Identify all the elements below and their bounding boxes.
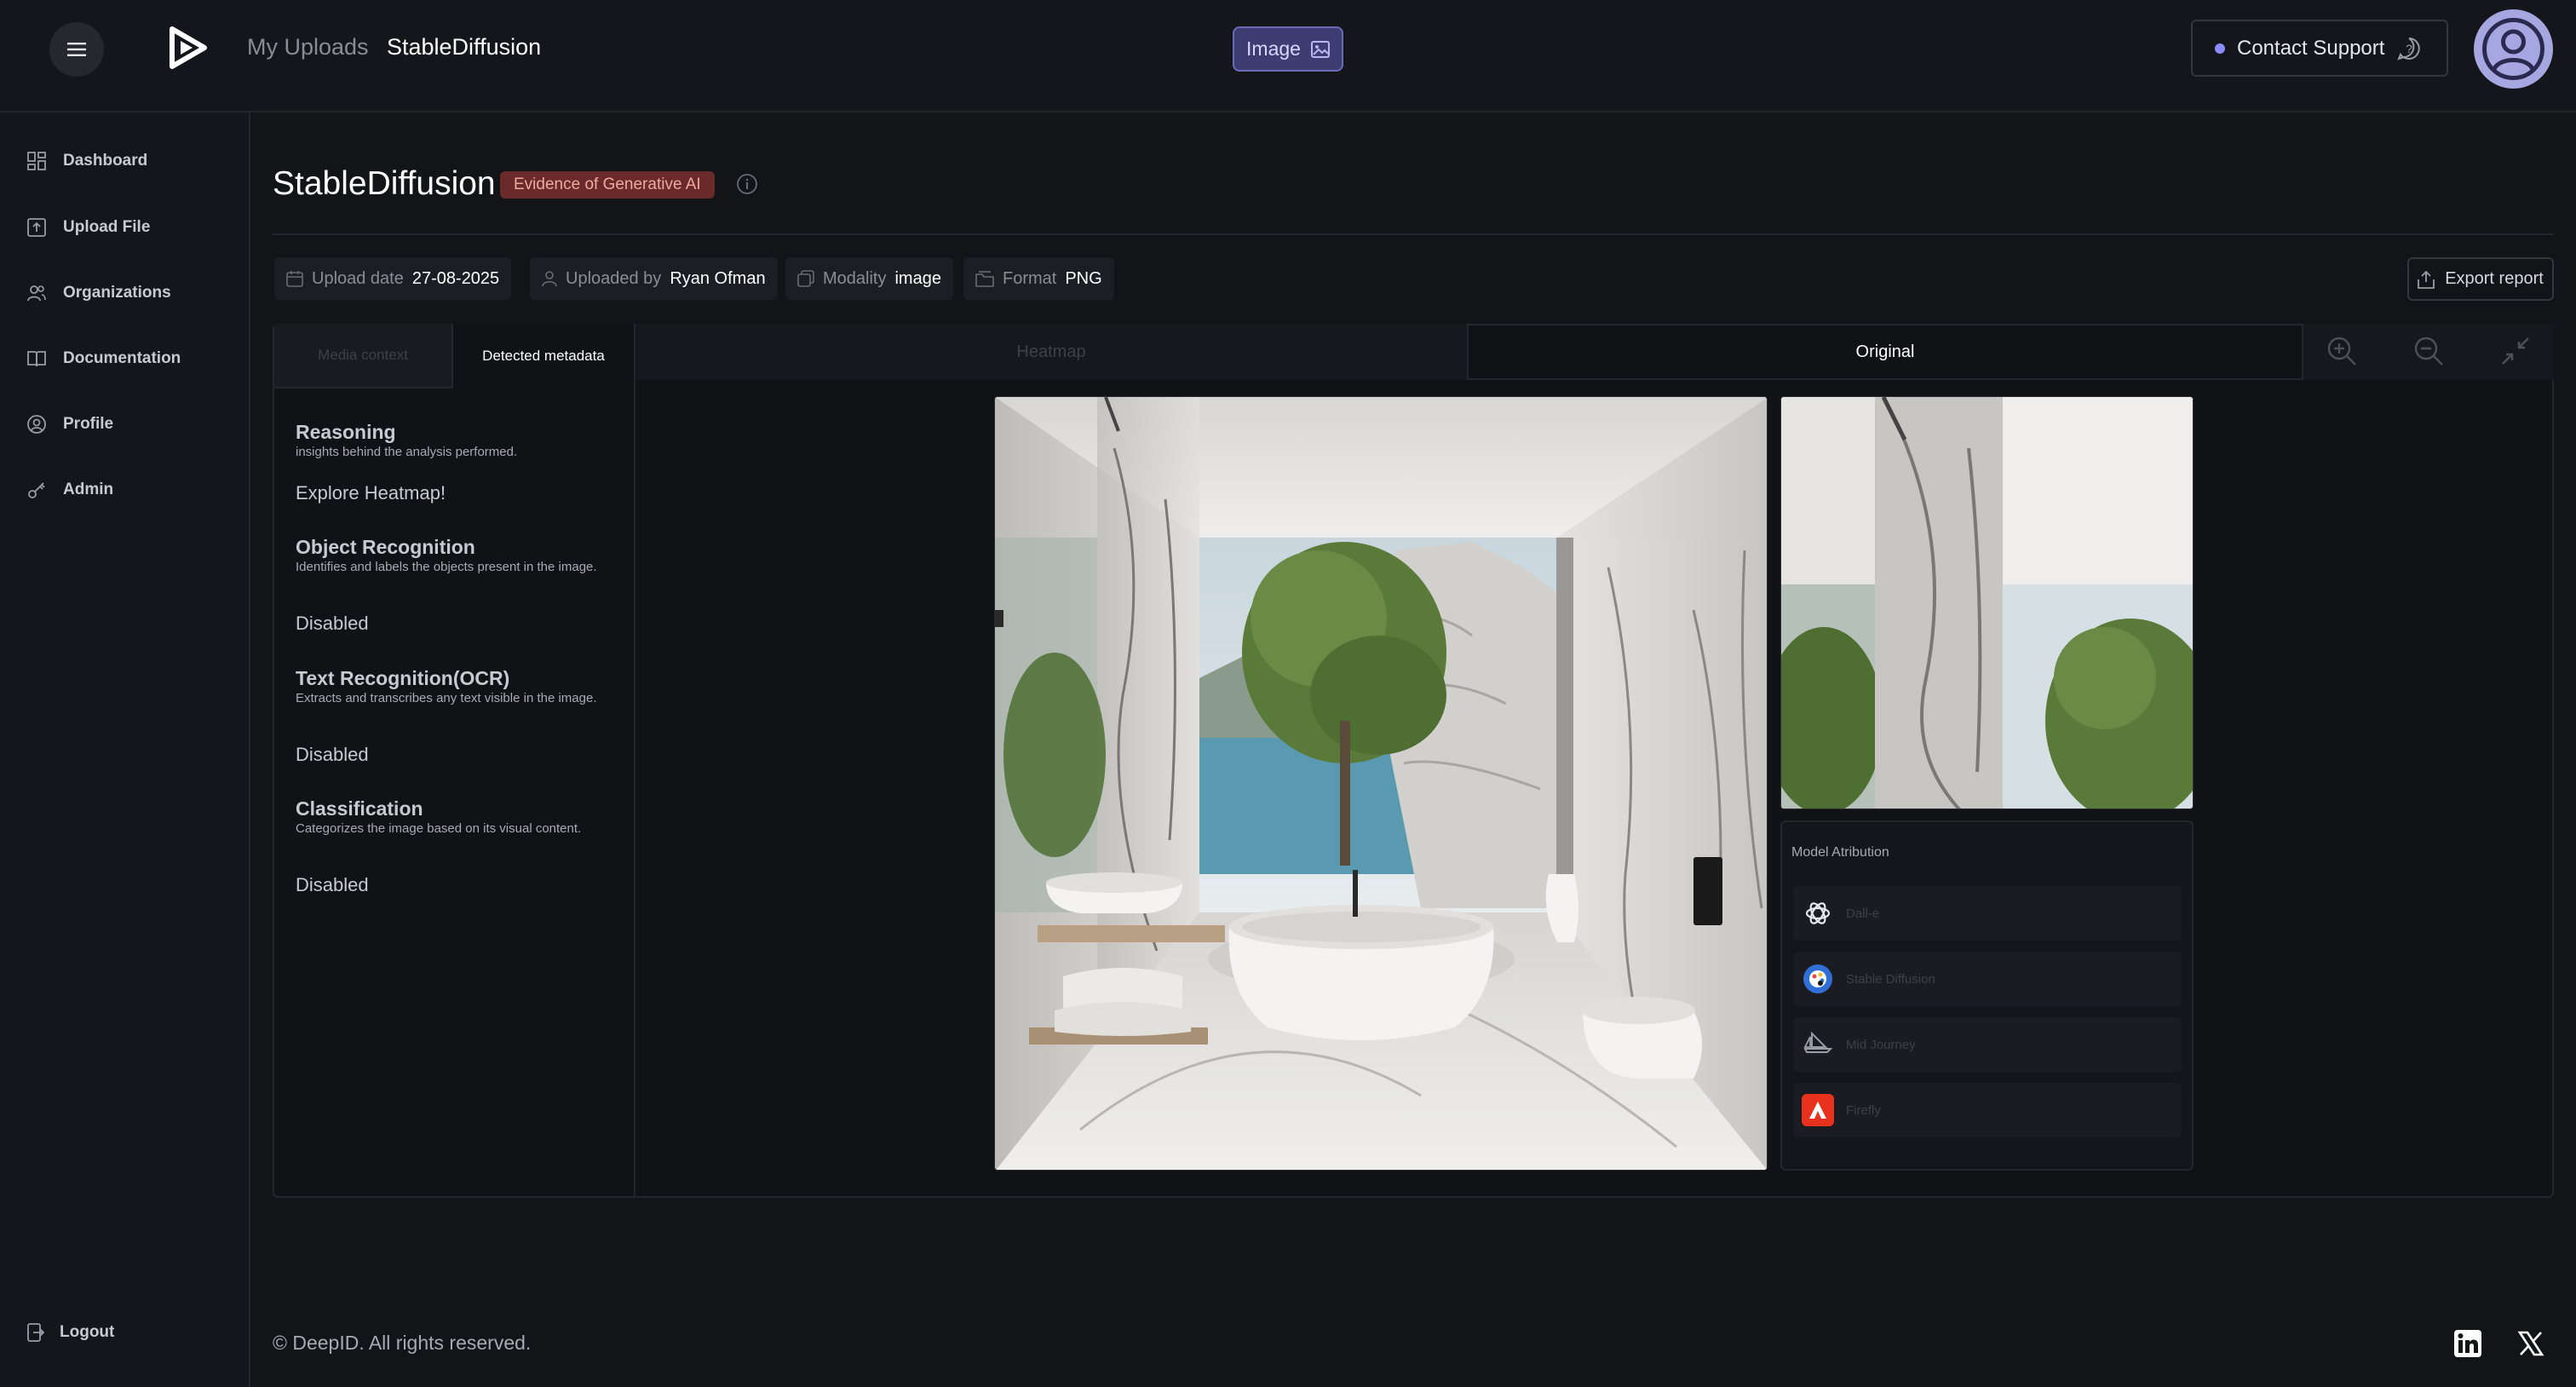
section-value: Disabled [296,874,369,895]
sidebar-item-profile[interactable]: Profile [27,415,113,434]
model-name: Firefly [1846,1102,1881,1118]
modality-pill-label: Image [1246,37,1301,60]
analyzed-image[interactable] [994,396,1768,1171]
collapse-icon[interactable] [2499,335,2532,367]
sidebar-item-organizations[interactable]: Organizations [27,284,171,302]
sidebar-item-label: Upload File [63,218,151,236]
section-value: Disabled [296,744,369,765]
status-badge: Evidence of Generative AI [500,171,715,199]
breadcrumb-current: StableDiffusion [387,34,542,60]
openai-icon [1802,897,1834,929]
section-value: Disabled [296,613,369,634]
page-title: StableDiffusion [273,165,496,202]
sidebar-item-label: Documentation [63,349,181,367]
sidebar-item-admin[interactable]: Admin [27,481,113,499]
upload-date-chip: Upload date 27-08-2025 [274,257,512,300]
menu-button[interactable] [49,22,104,77]
upload-date-value: 27-08-2025 [411,268,500,288]
share-icon [2418,270,2435,289]
deepid-logo[interactable] [167,26,208,70]
file-icon [975,271,994,287]
section-description: Categorizes the image based on its visua… [296,821,582,836]
uploaded-by-value: Ryan Ofman [670,268,766,288]
copy-icon [797,270,814,287]
info-icon[interactable] [736,173,758,195]
stable-diffusion-icon [1802,963,1834,995]
top-bar: My Uploads StableDiffusion Image Contact… [0,0,2576,112]
model-row-midjourney[interactable]: Mid Journey [1793,1017,2182,1072]
sidebar-item-dashboard[interactable]: Dashboard [27,152,147,170]
uploaded-by-chip: Uploaded by Ryan Ofman [530,257,778,300]
breadcrumb-my-uploads[interactable]: My Uploads [247,34,369,60]
modality-value: image [894,268,941,288]
x-icon[interactable] [2516,1329,2545,1358]
logout-label: Logout [60,1323,115,1341]
profile-icon [27,415,46,434]
tab-media-context[interactable]: Media context [274,324,453,388]
section-description: Identifies and labels the objects presen… [296,560,597,574]
section-title: Classification [296,797,423,820]
key-icon [28,482,45,498]
model-row-dalle[interactable]: Dall-e [1793,886,2182,941]
format-label: Format [1003,268,1057,288]
dashboard-icon [27,152,46,170]
linkedin-icon[interactable] [2453,1329,2482,1358]
section-description: insights behind the analysis performed. [296,445,518,459]
divider [273,233,2554,235]
book-icon [27,351,46,367]
model-row-firefly[interactable]: Firefly [1793,1083,2182,1137]
export-report-label: Export report [2445,269,2544,288]
upload-icon [27,218,46,237]
section-description: Extracts and transcribes any text visibl… [296,691,597,705]
export-report-button[interactable]: Export report [2407,257,2554,301]
chat-question-icon: ? [2397,37,2421,60]
zoom-out-icon[interactable] [2412,335,2445,367]
modality-label: Modality [823,268,887,288]
tab-original[interactable]: Original [1469,324,2302,380]
calendar-icon [286,271,303,287]
tab-detected-metadata[interactable]: Detected metadata [453,324,634,388]
model-name: Stable Diffusion [1846,971,1935,987]
zoom-in-icon[interactable] [2326,335,2358,367]
sidebar-item-label: Profile [63,415,114,433]
upload-date-label: Upload date [312,268,404,288]
model-row-stable-diffusion[interactable]: Stable Diffusion [1793,952,2182,1006]
sidebar [0,112,250,1387]
image-icon [1310,40,1330,58]
contact-support-label: Contact Support [2237,36,2385,60]
modality-chip: Modality image [785,257,953,300]
firefly-icon [1802,1094,1834,1126]
model-attribution-title: Model Atribution [1791,845,1889,860]
sidebar-item-label: Organizations [63,284,171,302]
user-icon [542,271,557,287]
sidebar-item-label: Admin [63,481,114,498]
section-title: Object Recognition [296,536,475,558]
sidebar-item-upload-file[interactable]: Upload File [27,218,150,237]
status-dot [2215,43,2225,54]
svg-text:?: ? [2406,42,2413,55]
midjourney-icon [1802,1028,1834,1061]
section-title: Reasoning [296,421,396,443]
section-title: Text Recognition(OCR) [296,667,510,689]
format-chip: Format PNG [963,257,1114,300]
logout-icon [27,1323,44,1342]
format-value: PNG [1065,268,1102,288]
tab-heatmap[interactable]: Heatmap [635,324,1469,380]
modality-pill[interactable]: Image [1233,26,1343,72]
users-icon [27,285,46,302]
image-thumbnail[interactable] [1780,396,2194,809]
hamburger-icon [67,43,86,56]
model-name: Dall-e [1846,906,1880,921]
logout-button[interactable]: Logout [27,1323,114,1342]
user-avatar[interactable] [2474,9,2553,89]
explore-heatmap-link[interactable]: Explore Heatmap! [296,482,446,504]
copyright-text: © DeepID. All rights reserved. [273,1332,532,1354]
contact-support-button[interactable]: Contact Support ? [2191,20,2448,77]
sidebar-item-documentation[interactable]: Documentation [27,349,181,368]
sidebar-item-label: Dashboard [63,152,148,170]
uploaded-by-label: Uploaded by [566,268,662,288]
model-name: Mid Journey [1846,1037,1916,1052]
